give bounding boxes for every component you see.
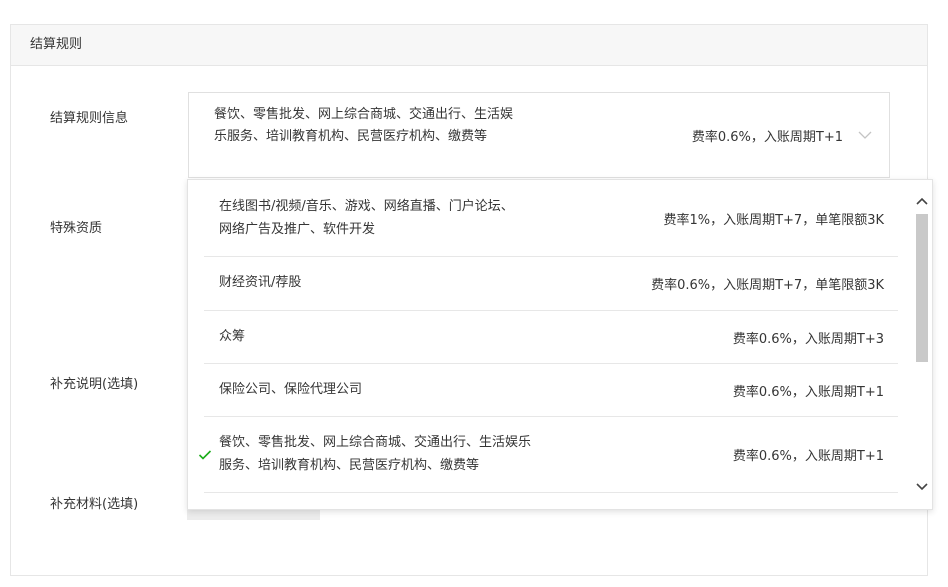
rule-info-label: 结算规则信息 — [50, 111, 129, 126]
chevron-down-icon[interactable] — [857, 128, 873, 142]
supplement-description-label: 补充说明(选填) — [50, 377, 139, 392]
chevron-down-icon[interactable] — [915, 482, 929, 492]
scrollbar-thumb[interactable] — [916, 214, 928, 362]
option-rate: 费率1%，入账周期T+7，单笔限额3K — [663, 213, 884, 228]
option-categories: 在线图书/视频/音乐、游戏、网络直播、门户论坛、网络广告及推广、软件开发 — [219, 199, 514, 237]
dropdown-scrollbar[interactable] — [912, 180, 932, 509]
rule-option[interactable]: 在线图书/视频/音乐、游戏、网络直播、门户论坛、网络广告及推广、软件开发 费率1… — [204, 180, 898, 257]
option-rate: 费率0.6%，入账周期T+1 — [732, 449, 884, 464]
supplement-material-label: 补充材料(选填) — [50, 497, 139, 512]
settlement-rule-select[interactable]: 餐饮、零售批发、网上综合商城、交通出行、生活娱乐服务、培训教育机构、民营医疗机构… — [188, 92, 890, 178]
selected-categories: 餐饮、零售批发、网上综合商城、交通出行、生活娱乐服务、培训教育机构、民营医疗机构… — [214, 107, 514, 144]
chevron-up-icon[interactable] — [915, 196, 929, 206]
panel-title: 结算规则 — [11, 25, 927, 66]
rule-option[interactable]: 财经资讯/荐股 费率0.6%，入账周期T+7，单笔限额3K — [204, 256, 898, 311]
option-categories: 众筹 — [219, 329, 246, 344]
rule-option-selected[interactable]: 餐饮、零售批发、网上综合商城、交通出行、生活娱乐服务、培训教育机构、民营医疗机构… — [198, 416, 898, 493]
option-categories: 餐饮、零售批发、网上综合商城、交通出行、生活娱乐服务、培训教育机构、民营医疗机构… — [219, 435, 532, 473]
settlement-rule-dropdown: 在线图书/视频/音乐、游戏、网络直播、门户论坛、网络广告及推广、软件开发 费率1… — [187, 179, 933, 510]
rule-option[interactable]: 保险公司、保险代理公司 费率0.6%，入账周期T+1 — [204, 363, 898, 417]
option-categories: 保险公司、保险代理公司 — [219, 382, 363, 397]
special-qualification-label: 特殊资质 — [50, 221, 103, 236]
option-rate: 费率0.6%，入账周期T+7，单笔限额3K — [651, 278, 884, 293]
check-icon — [198, 450, 212, 460]
selected-rate: 费率0.6%，入账周期T+1 — [691, 130, 843, 145]
option-rate: 费率0.6%，入账周期T+1 — [732, 385, 884, 400]
rule-option[interactable]: 众筹 费率0.6%，入账周期T+3 — [204, 310, 898, 364]
option-categories: 财经资讯/荐股 — [219, 275, 302, 290]
option-rate: 费率0.6%，入账周期T+3 — [732, 332, 884, 347]
